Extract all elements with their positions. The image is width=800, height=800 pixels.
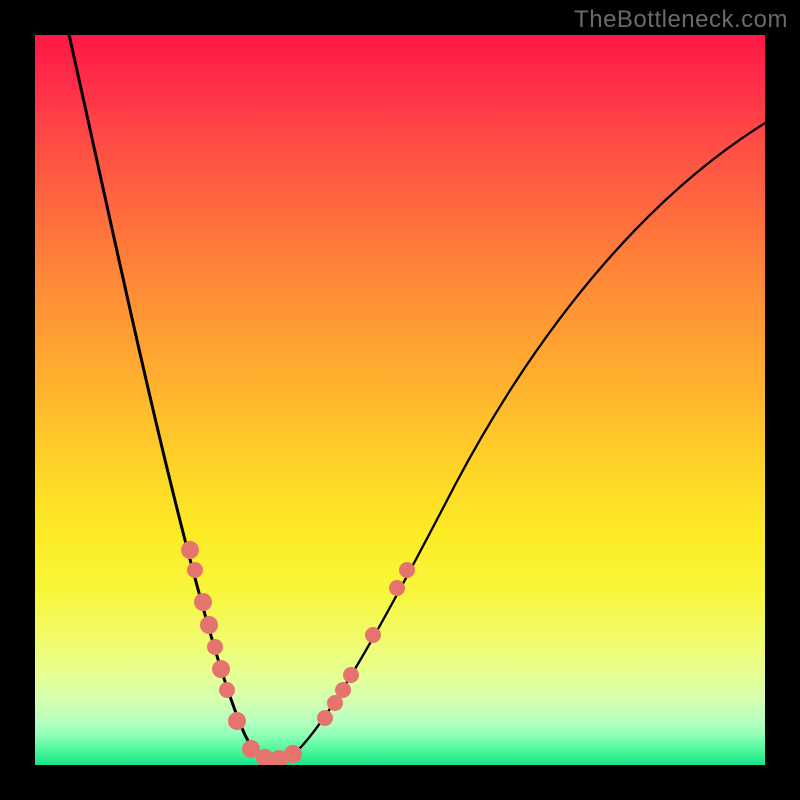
curve-layer [35, 35, 765, 765]
data-point [228, 712, 246, 730]
data-point [335, 682, 351, 698]
data-points [181, 541, 415, 765]
data-point [207, 639, 223, 655]
data-point [187, 562, 203, 578]
data-point [194, 593, 212, 611]
watermark-text: TheBottleneck.com [574, 6, 788, 34]
data-point [181, 541, 199, 559]
data-point [317, 710, 333, 726]
data-point [389, 580, 405, 596]
data-point [200, 616, 218, 634]
data-point [343, 667, 359, 683]
data-point [399, 562, 415, 578]
chart-frame: TheBottleneck.com [0, 0, 800, 800]
data-point [219, 682, 235, 698]
data-point [365, 627, 381, 643]
plot-area [35, 35, 765, 765]
right-curve [269, 120, 765, 761]
data-point [212, 660, 230, 678]
data-point [284, 745, 302, 763]
left-curve [68, 35, 269, 761]
